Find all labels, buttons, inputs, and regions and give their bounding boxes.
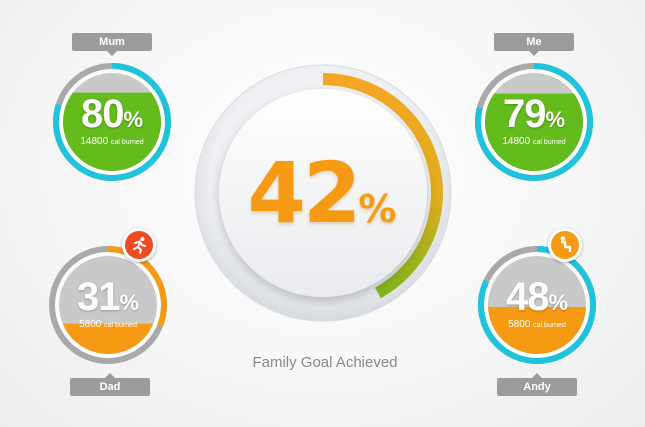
member-gauge-andy[interactable]: 48% 5800 cal burned: [475, 243, 599, 367]
member-calories-mum: 14800 cal burned: [50, 136, 174, 149]
member-name-tag-andy: Andy: [497, 373, 577, 396]
member-name-tag-me: Me: [494, 33, 574, 56]
member-percent-value-dad: 31: [76, 275, 120, 319]
member-cal-unit-dad: cal burned: [104, 322, 137, 329]
running-person-glyph: [133, 237, 146, 254]
family-goal-percent-symbol: %: [358, 187, 397, 231]
member-percent-value-mum: 80: [80, 92, 124, 136]
member-percent-symbol-me: %: [545, 107, 566, 132]
member-cal-unit-mum: cal burned: [110, 139, 144, 146]
member-percent-dad: 31%: [46, 277, 170, 323]
member-cal-unit-andy: cal burned: [533, 322, 566, 329]
member-cal-value-dad: 5800: [79, 319, 102, 330]
member-percent-symbol-mum: %: [123, 107, 144, 132]
member-percent-symbol-andy: %: [548, 290, 569, 315]
member-calories-me: 14800 cal burned: [472, 136, 596, 149]
member-cal-value-me: 14800: [502, 136, 531, 147]
member-cal-value-andy: 5800: [508, 319, 531, 330]
member-percent-value-me: 79: [502, 92, 546, 136]
member-percent-me: 79%: [472, 94, 596, 140]
family-goal-caption: Family Goal Achieved: [252, 354, 398, 371]
running-person-icon[interactable]: [122, 228, 156, 262]
member-percent-symbol-dad: %: [119, 290, 140, 315]
member-name-tag-mum: Mum: [72, 33, 152, 56]
member-calories-andy: 5800 cal burned: [475, 319, 599, 332]
info-person-glyph: [560, 236, 572, 252]
member-cal-unit-me: cal burned: [532, 139, 566, 146]
member-percent-mum: 80%: [50, 94, 174, 140]
member-gauge-me[interactable]: 79% 14800 cal burned: [472, 60, 596, 184]
member-percent-value-andy: 48: [505, 275, 549, 319]
info-person-icon[interactable]: [548, 228, 582, 262]
member-percent-andy: 48%: [475, 277, 599, 323]
member-calories-dad: 5800 cal burned: [46, 319, 170, 332]
family-goal-percent: 42%: [222, 148, 422, 254]
member-cal-value-mum: 14800: [80, 136, 109, 147]
family-goal-percent-value: 42: [247, 144, 362, 242]
member-gauge-mum[interactable]: 80% 14800 cal burned: [50, 60, 174, 184]
member-gauge-dad[interactable]: 31% 5800 cal burned: [46, 243, 170, 367]
member-name-tag-dad: Dad: [70, 373, 150, 396]
